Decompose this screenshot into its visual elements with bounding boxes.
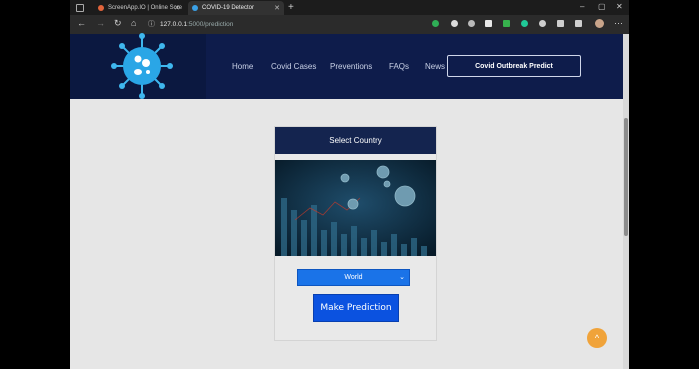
covid-outbreak-predict-button[interactable]: Covid Outbreak Predict	[447, 55, 581, 77]
tab-label: COVID-19 Detector	[202, 5, 255, 11]
reload-icon[interactable]: ↻	[114, 18, 122, 29]
country-select[interactable]: World ⌄	[297, 269, 410, 286]
favorites-icon[interactable]	[557, 20, 564, 27]
back-icon[interactable]: ←	[77, 18, 86, 28]
nav-covid-cases[interactable]: Covid Cases	[271, 62, 316, 71]
chevron-down-icon: ⌄	[399, 274, 405, 281]
url-field[interactable]: ⓘ 127.0.0.1 :5000/prediction	[148, 18, 396, 30]
tab-actions-icon[interactable]	[76, 4, 84, 12]
nav-preventions[interactable]: Preventions	[330, 62, 372, 71]
selected-country: World	[344, 274, 363, 281]
tab-strip: ScreenApp.IO | Online Scre ✕ COVID-19 De…	[70, 0, 629, 15]
site-header: Home Covid Cases Preventions FAQs News C…	[70, 32, 623, 100]
tab-covid-detector[interactable]: COVID-19 Detector ✕	[188, 1, 284, 15]
extension-icon[interactable]	[503, 20, 510, 27]
covid-favicon-icon	[192, 5, 198, 11]
close-window-button[interactable]: ✕	[616, 2, 623, 11]
new-tab-button[interactable]: +	[288, 2, 294, 13]
virus-logo-icon[interactable]	[110, 32, 174, 100]
avatar[interactable]	[595, 19, 604, 28]
url-host: 127.0.0.1	[160, 20, 188, 28]
url-path: :5000/prediction	[187, 20, 234, 28]
make-prediction-button[interactable]: Make Prediction	[313, 294, 399, 322]
extension-icon[interactable]	[451, 20, 458, 27]
card-title: Select Country	[275, 127, 436, 154]
nav-news[interactable]: News	[425, 62, 445, 71]
extension-icon[interactable]	[539, 20, 546, 27]
forward-icon[interactable]: →	[96, 18, 105, 28]
home-icon[interactable]: ⌂	[131, 18, 136, 28]
info-icon: ⓘ	[148, 21, 155, 28]
close-tab-icon[interactable]: ✕	[274, 4, 280, 12]
extension-icon[interactable]	[432, 20, 439, 27]
hero-image	[275, 160, 436, 256]
tab-screenapp[interactable]: ScreenApp.IO | Online Scre ✕	[94, 1, 184, 15]
tab-label: ScreenApp.IO | Online Scre	[108, 5, 182, 11]
nav-home[interactable]: Home	[232, 62, 253, 71]
nav-faqs[interactable]: FAQs	[389, 62, 409, 71]
extension-icon[interactable]	[468, 20, 475, 27]
close-tab-icon[interactable]: ✕	[174, 4, 180, 12]
extension-icon[interactable]	[521, 20, 528, 27]
chevron-up-icon: ^	[594, 333, 600, 343]
scrollbar-thumb[interactable]	[624, 118, 628, 236]
collections-icon[interactable]	[575, 20, 582, 27]
maximize-button[interactable]: ▢	[598, 2, 606, 11]
back-to-top-button[interactable]: ^	[587, 328, 607, 348]
minimize-button[interactable]: –	[580, 2, 584, 11]
more-menu-icon[interactable]: ⋯	[614, 18, 623, 29]
extension-icon[interactable]	[485, 20, 492, 27]
browser-window: ScreenApp.IO | Online Scre ✕ COVID-19 De…	[70, 0, 629, 369]
screenapp-favicon-icon	[98, 5, 104, 11]
